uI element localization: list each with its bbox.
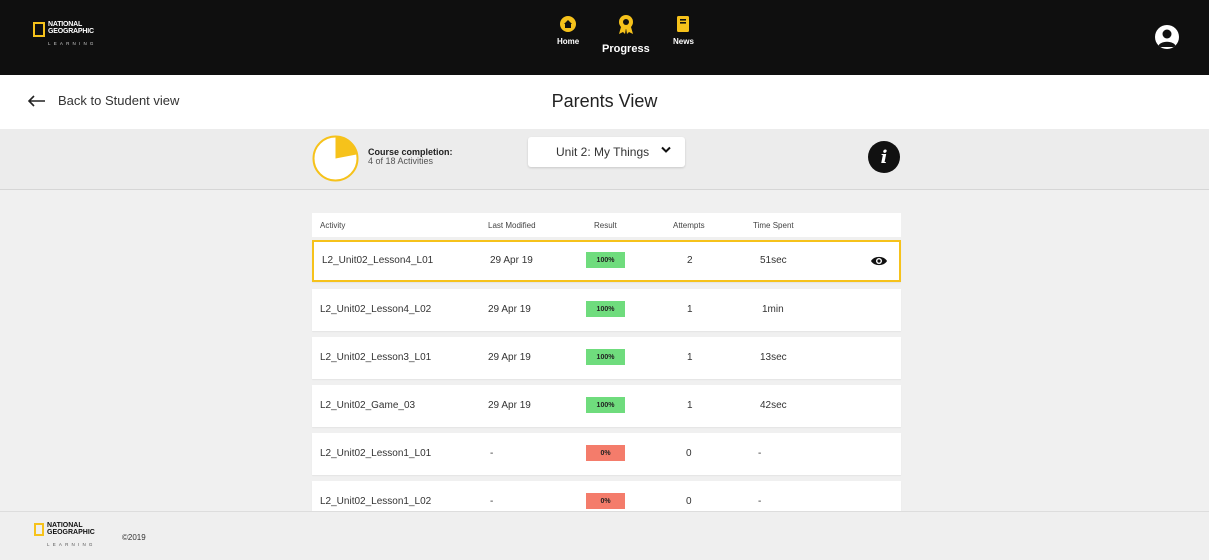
- row-modified: -: [490, 496, 494, 507]
- nav-home-label: Home: [557, 37, 580, 46]
- unit-dropdown[interactable]: Unit 2: My Things: [528, 137, 685, 167]
- footer-logo[interactable]: NATIONAL GEOGRAPHIC LEARNING: [34, 522, 96, 548]
- result-badge: 100%: [586, 301, 625, 317]
- footer-logo-frame: [34, 523, 44, 536]
- copyright: ©2019: [122, 533, 146, 542]
- nav-home[interactable]: Home: [557, 16, 579, 46]
- row-activity: L2_Unit02_Lesson4_L02: [320, 304, 432, 315]
- row-activity: L2_Unit02_Lesson1_L02: [320, 496, 432, 507]
- row-attempts: 1: [687, 304, 693, 315]
- row-time: -: [758, 496, 762, 507]
- title-bar: Back to Student view Parents View: [0, 75, 1209, 129]
- eye-icon[interactable]: [870, 255, 888, 267]
- award-icon: [618, 15, 633, 34]
- row-modified: 29 Apr 19: [488, 352, 531, 363]
- row-activity: L2_Unit02_Lesson4_L01: [322, 255, 434, 266]
- row-modified: 29 Apr 19: [488, 304, 531, 315]
- row-activity: L2_Unit02_Lesson3_L01: [320, 352, 432, 363]
- result-badge: 100%: [586, 252, 625, 268]
- national-geographic-logo[interactable]: NATIONAL GEOGRAPHIC LEARNING: [33, 21, 97, 53]
- result-badge: 100%: [586, 349, 625, 365]
- table-row[interactable]: L2_Unit02_Lesson1_L01 - 0% 0 -: [312, 433, 901, 475]
- activity-table-header: Activity Last Modified Result Attempts T…: [312, 213, 901, 237]
- info-button[interactable]: i: [868, 141, 900, 173]
- row-activity: L2_Unit02_Lesson1_L01: [320, 448, 432, 459]
- result-badge: 100%: [586, 397, 625, 413]
- row-time: 13sec: [760, 352, 787, 363]
- footer-logo-line1: NATIONAL: [47, 522, 83, 529]
- footer-logo-line2: GEOGRAPHIC: [47, 529, 95, 536]
- row-activity: L2_Unit02_Game_03: [320, 400, 416, 411]
- home-icon: [560, 16, 577, 32]
- user-avatar[interactable]: [1155, 25, 1179, 49]
- nav-progress[interactable]: Progress: [602, 15, 650, 55]
- user-icon: [1158, 29, 1176, 47]
- book-icon: [677, 16, 690, 32]
- col-activity: Activity: [320, 221, 346, 230]
- footer-logo-line3: LEARNING: [47, 542, 96, 547]
- row-modified: 29 Apr 19: [490, 255, 533, 266]
- logo-line3: LEARNING: [48, 41, 97, 46]
- result-badge: 0%: [586, 493, 625, 509]
- nav-progress-label: Progress: [602, 43, 650, 55]
- table-row[interactable]: L2_Unit02_Lesson3_L01 29 Apr 19 100% 1 1…: [312, 337, 901, 379]
- info-icon: i: [880, 146, 888, 168]
- row-modified: -: [490, 448, 494, 459]
- nav-news-label: News: [673, 37, 694, 46]
- col-time-spent: Time Spent: [753, 221, 794, 230]
- logo-line2: GEOGRAPHIC: [48, 28, 94, 35]
- row-attempts: 2: [687, 255, 693, 266]
- row-time: -: [758, 448, 762, 459]
- chevron-down-icon: [661, 146, 671, 153]
- top-nav-bar: NATIONAL GEOGRAPHIC LEARNING Home Progre…: [0, 0, 1209, 75]
- footer: NATIONAL GEOGRAPHIC LEARNING ©2019: [0, 511, 1209, 560]
- completion-pie-chart: [312, 135, 359, 182]
- col-last-modified: Last Modified: [488, 221, 536, 230]
- result-badge: 0%: [586, 445, 625, 461]
- logo-line1: NATIONAL: [48, 21, 83, 28]
- summary-bar: Course completion: 4 of 18 Activities Un…: [0, 129, 1209, 190]
- page-title: Parents View: [551, 91, 658, 111]
- nav-news[interactable]: News: [673, 16, 694, 46]
- col-attempts: Attempts: [673, 221, 705, 230]
- logo-yellow-frame: [33, 22, 45, 37]
- row-attempts: 0: [686, 496, 692, 507]
- table-row[interactable]: L2_Unit02_Game_03 29 Apr 19 100% 1 42sec: [312, 385, 901, 427]
- completion-detail: 4 of 18 Activities: [368, 156, 434, 166]
- table-row[interactable]: L2_Unit02_Lesson4_L01 29 Apr 19 100% 2 5…: [312, 240, 901, 282]
- row-time: 1min: [762, 304, 784, 315]
- course-completion: Course completion: 4 of 18 Activities: [368, 148, 453, 166]
- row-modified: 29 Apr 19: [488, 400, 531, 411]
- unit-dropdown-value: Unit 2: My Things: [556, 145, 650, 159]
- row-attempts: 0: [686, 448, 692, 459]
- row-attempts: 1: [687, 352, 693, 363]
- row-attempts: 1: [687, 400, 693, 411]
- table-row[interactable]: L2_Unit02_Lesson4_L02 29 Apr 19 100% 1 1…: [312, 289, 901, 331]
- row-time: 51sec: [760, 255, 787, 266]
- col-result: Result: [594, 221, 617, 230]
- row-time: 42sec: [760, 400, 787, 411]
